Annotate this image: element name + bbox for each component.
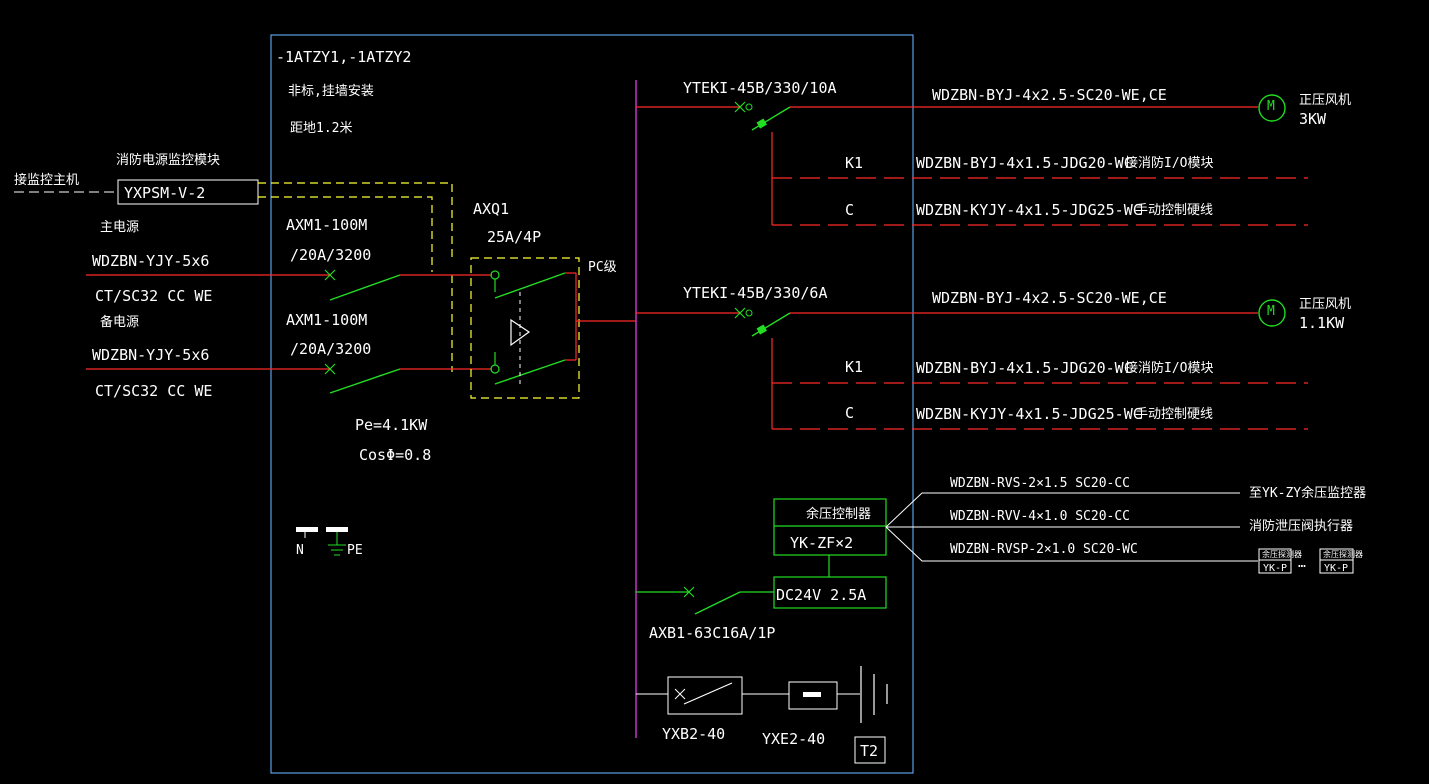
incoming-1-rating: /20A/3200 [290, 246, 371, 264]
branch-1-cable: WDZBN-BYJ-4x2.5-SC20-WE,CE [932, 86, 1167, 104]
spd-type: T2 [860, 742, 878, 760]
monitor-link-label: 接监控主机 [14, 172, 79, 188]
incoming-1-cable: WDZBN-YJY-5x6 [92, 252, 209, 270]
branch-1-ctrl-2-cable: WDZBN-KYJY-4x1.5-JDG25-WC [916, 201, 1142, 219]
branch-1-load-name: 正压风机 [1299, 93, 1351, 108]
branch-2-breaker: YTEKI-45B/330/6A [683, 284, 828, 302]
branch-1-ctrl-1-note: 接消防I/O模块 [1125, 155, 1213, 171]
load-cos: CosΦ=0.8 [359, 446, 431, 464]
branch-2-ctrl-1-note: 接消防I/O模块 [1125, 360, 1213, 376]
branch-1-load-power: 3KW [1299, 110, 1327, 128]
system-diagram: -1ATZY1,-1ATZY2 非标,挂墙安装 距地1.2米 接监控主机 消防电… [14, 34, 1366, 774]
ats-class: PC级 [588, 260, 617, 275]
incoming-2-title: 备电源 [100, 314, 139, 330]
branch-1-ctrl-1-cable: WDZBN-BYJ-4x1.5-JDG20-WC [916, 154, 1133, 172]
spd-breaker-label: YXB2-40 [662, 725, 725, 743]
branch-2-ctrl-2-cable: WDZBN-KYJY-4x1.5-JDG25-WC [916, 405, 1142, 423]
incoming-1-breaker: AXM1-100M [286, 216, 367, 234]
incoming-2-switch [329, 368, 401, 394]
branch-2-load-power: 1.1KW [1299, 314, 1345, 332]
spd-breaker-cross [674, 688, 686, 700]
branch-2-ctrl-2-note: 手动控制硬线 [1135, 407, 1213, 422]
branch-1-ctrl-2-tag: C [845, 201, 854, 219]
controller-title: 余压控制器 [806, 506, 871, 522]
sensor-2-label: 余压探测器 [1323, 549, 1363, 559]
branch-2-breaker-symbol [734, 307, 791, 337]
ats-box [470, 257, 580, 399]
incoming-2-conduit: CT/SC32 CC WE [95, 382, 212, 400]
spd-breaker-switch [683, 682, 733, 705]
dc-breaker-switch [694, 591, 741, 615]
ats-name: AXQ1 [473, 200, 509, 218]
branch-2-ctrl-2-tag: C [845, 404, 854, 422]
branch-2-motor-symbol: M [1267, 304, 1275, 319]
controller-cable-1: WDZBN-RVS-2×1.5 SC20-CC [950, 476, 1130, 491]
branch-2-cable: WDZBN-BYJ-4x2.5-SC20-WE,CE [932, 289, 1167, 307]
controller-target-2: 消防泄压阀执行器 [1249, 518, 1353, 534]
monitor-module-model: YXPSM-V-2 [124, 184, 205, 202]
controller-model: YK-ZF×2 [790, 534, 853, 552]
sensor-1-model: YK-P [1263, 563, 1287, 574]
terminal-n: N [296, 543, 304, 558]
incoming-2-rating: /20A/3200 [290, 340, 371, 358]
controller-cable-3: WDZBN-RVSP-2×1.0 SC20-WC [950, 542, 1138, 557]
dc-breaker-label: AXB1-63C16A/1P [649, 624, 775, 642]
ats-rating: 25A/4P [487, 228, 541, 246]
branch-2-ctrl-1-cable: WDZBN-BYJ-4x1.5-JDG20-WC [916, 359, 1133, 377]
spd-label: YXE2-40 [762, 730, 825, 748]
incoming-1-conduit: CT/SC32 CC WE [95, 287, 212, 305]
panel-height: 距地1.2米 [290, 121, 352, 136]
branch-1-ctrl-2-note: 手动控制硬线 [1135, 203, 1213, 218]
ground-icon [860, 666, 888, 723]
controller-target-1: 至YK-ZY余压监控器 [1249, 485, 1366, 501]
sensor-dots: … [1298, 556, 1306, 571]
incoming-1-title: 主电源 [100, 220, 139, 235]
spd-element [803, 692, 821, 697]
branch-1-motor-symbol: M [1267, 99, 1275, 114]
panel-border [270, 34, 914, 774]
sensor-1-label: 余压探测器 [1262, 549, 1302, 559]
incoming-2-cable: WDZBN-YJY-5x6 [92, 346, 209, 364]
controller-cable-2: WDZBN-RVV-4×1.0 SC20-CC [950, 509, 1130, 524]
branch-2-ctrl-1-tag: K1 [845, 358, 863, 376]
branch-2-load-name: 正压风机 [1299, 297, 1351, 312]
monitor-module-title: 消防电源监控模块 [116, 152, 220, 168]
branch-1-ctrl-1-tag: K1 [845, 154, 863, 172]
terminal-pe: PE [347, 543, 363, 558]
panel-title: -1ATZY1,-1ATZY2 [276, 48, 411, 66]
load-pe: Pe=4.1KW [355, 416, 428, 434]
incoming-1-switch [329, 274, 401, 301]
ats-symbol [490, 270, 636, 385]
panel-install: 非标,挂墙安装 [288, 84, 374, 99]
incoming-2-breaker: AXM1-100M [286, 311, 367, 329]
branch-1-breaker: YTEKI-45B/330/10A [683, 79, 837, 97]
branch-1-breaker-symbol [734, 101, 791, 131]
power-supply-label: DC24V 2.5A [776, 586, 866, 604]
sensor-2-model: YK-P [1324, 563, 1348, 574]
